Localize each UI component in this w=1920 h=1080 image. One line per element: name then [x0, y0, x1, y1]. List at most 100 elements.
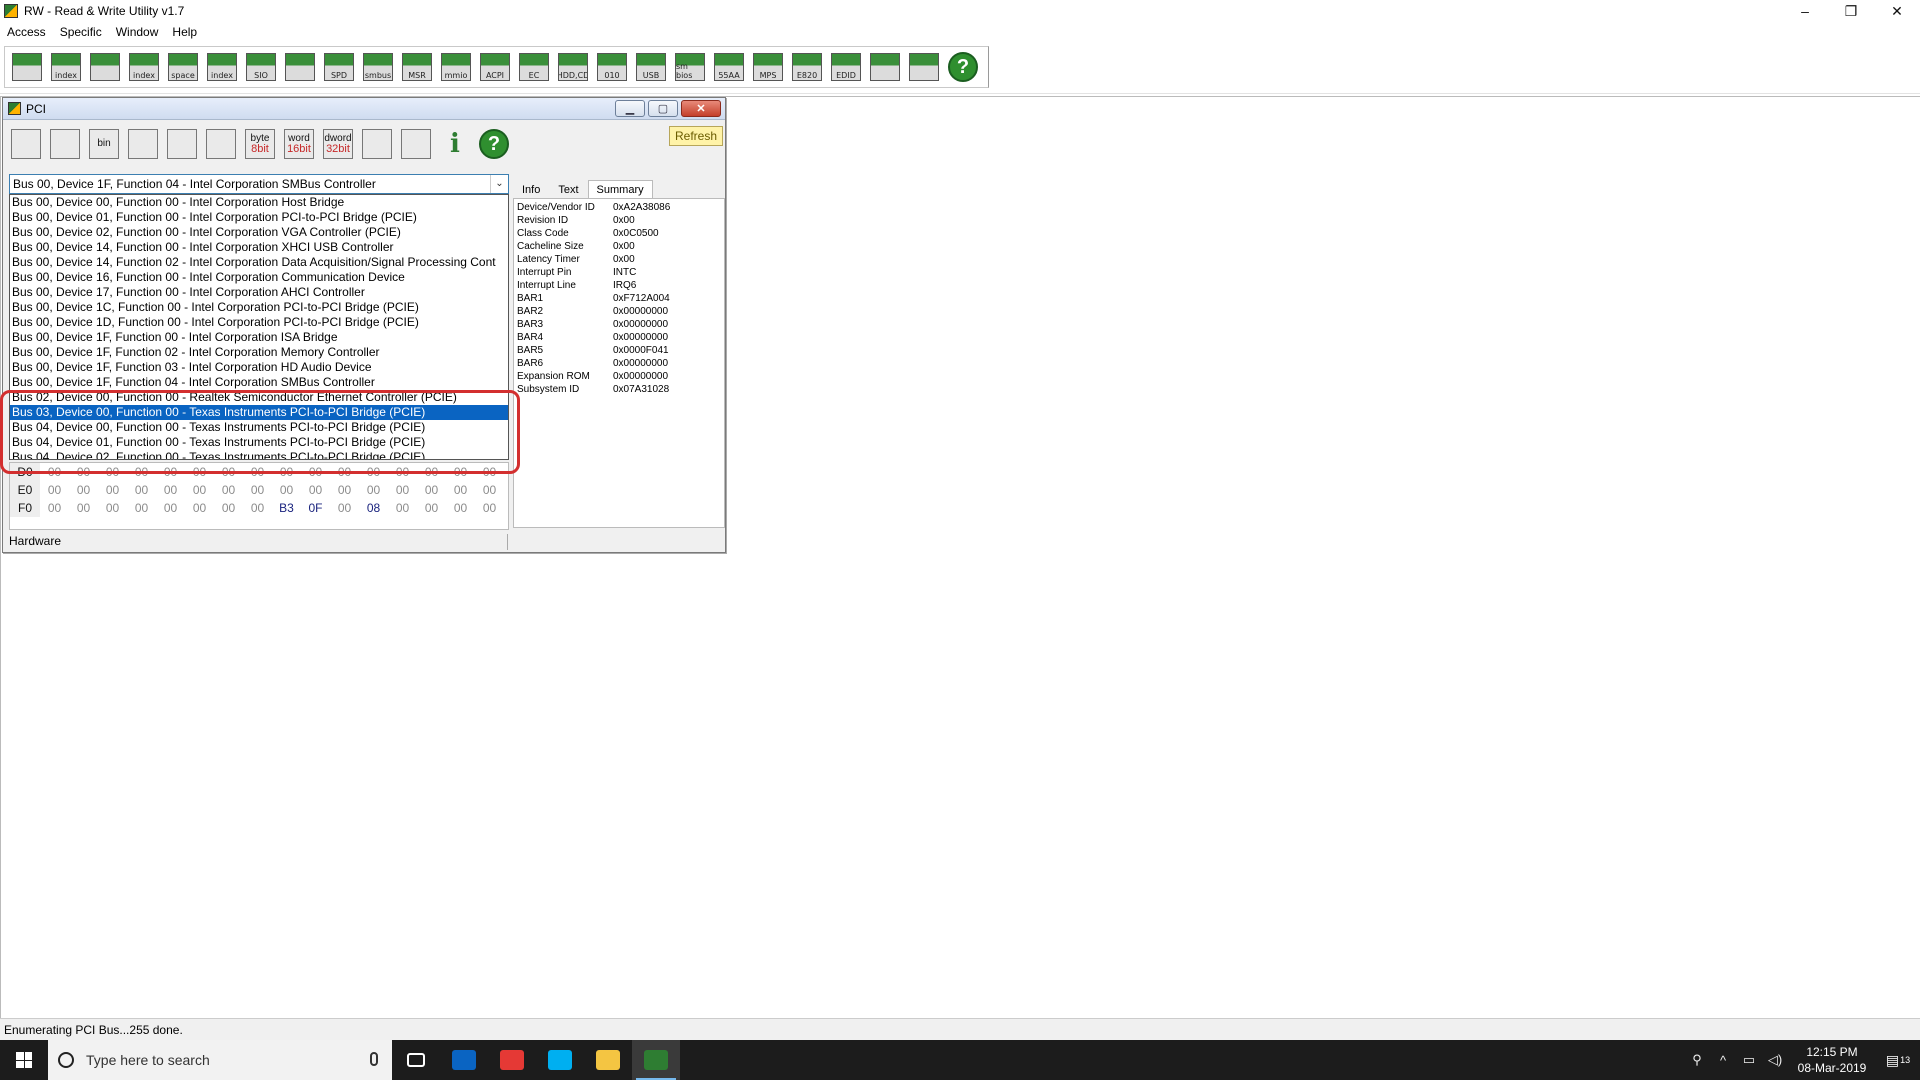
hex-cell[interactable]: 00 — [98, 463, 127, 481]
device-option[interactable]: Bus 04, Device 02, Function 00 - Texas I… — [10, 450, 508, 459]
hex-cell[interactable]: 00 — [127, 499, 156, 517]
smbios-button[interactable]: sm bios — [672, 49, 708, 85]
hex-cell[interactable]: 00 — [330, 463, 359, 481]
memory-button[interactable] — [87, 49, 123, 85]
hex-cell[interactable]: 00 — [156, 481, 185, 499]
usb-button[interactable]: USB — [633, 49, 669, 85]
chevron-down-icon[interactable]: ⌄ — [490, 175, 508, 193]
spd-button[interactable]: SPD — [321, 49, 357, 85]
oscilloscope-button[interactable] — [282, 49, 318, 85]
hex-cell[interactable]: 00 — [301, 481, 330, 499]
bin-button[interactable]: bin — [87, 127, 121, 161]
list-button[interactable] — [360, 127, 394, 161]
device-option[interactable]: Bus 03, Device 00, Function 00 - Texas I… — [10, 405, 508, 420]
hex-cell[interactable]: 00 — [40, 463, 69, 481]
ec-button[interactable]: EC — [516, 49, 552, 85]
taskbar-search-box[interactable]: Type here to search — [48, 1040, 392, 1080]
hex-cell[interactable]: 00 — [69, 463, 98, 481]
device-option[interactable]: Bus 00, Device 17, Function 00 - Intel C… — [10, 285, 508, 300]
hex-cell[interactable]: 00 — [475, 481, 504, 499]
tab-text[interactable]: Text — [549, 180, 587, 198]
hex-cell[interactable]: 08 — [359, 499, 388, 517]
dword-button[interactable]: dword 32bit — [321, 127, 355, 161]
msr-button[interactable]: MSR — [399, 49, 435, 85]
pci-minimize-button[interactable]: ▁ — [615, 100, 645, 117]
hex-cell[interactable]: B3 — [272, 499, 301, 517]
restore-button[interactable]: ❐ — [1828, 0, 1874, 22]
outlook-taskbar-button[interactable] — [440, 1040, 488, 1080]
info-button[interactable]: i — [438, 127, 472, 161]
close-button[interactable]: ✕ — [1874, 0, 1920, 22]
network-icon[interactable]: ▭ — [1736, 1040, 1762, 1080]
hex-cell[interactable]: 00 — [69, 499, 98, 517]
device-option[interactable]: Bus 00, Device 1F, Function 00 - Intel C… — [10, 330, 508, 345]
clock[interactable]: 12:15 PM 08-Mar-2019 — [1788, 1044, 1876, 1076]
minimize-button[interactable]: – — [1782, 0, 1828, 22]
hex-cell[interactable]: 00 — [243, 463, 272, 481]
hex-cell[interactable]: 00 — [446, 481, 475, 499]
hex-cell[interactable]: 00 — [272, 463, 301, 481]
acpi-button[interactable]: ACPI — [477, 49, 513, 85]
hex-cell[interactable]: 00 — [475, 499, 504, 517]
cmos-button[interactable]: 010 — [594, 49, 630, 85]
mps-button[interactable]: MPS — [750, 49, 786, 85]
task-view-taskbar-button[interactable] — [392, 1040, 440, 1080]
file-explorer-taskbar-button[interactable] — [584, 1040, 632, 1080]
pci-maximize-button[interactable]: ▢ — [648, 100, 678, 117]
rw-utility-taskbar-button[interactable] — [632, 1040, 680, 1080]
pci-close-button[interactable]: ✕ — [681, 100, 721, 117]
menu-specific[interactable]: Specific — [53, 22, 109, 42]
hex-cell[interactable]: 00 — [185, 499, 214, 517]
help-button[interactable]: ? — [945, 49, 981, 85]
device-option[interactable]: Bus 00, Device 14, Function 00 - Intel C… — [10, 240, 508, 255]
save-button[interactable] — [9, 127, 43, 161]
hex-cell[interactable]: 00 — [185, 481, 214, 499]
chrome-taskbar-button[interactable] — [488, 1040, 536, 1080]
skype-taskbar-button[interactable] — [536, 1040, 584, 1080]
mmio-button[interactable]: mmio — [438, 49, 474, 85]
hex-cell[interactable]: 00 — [446, 463, 475, 481]
volume-icon[interactable]: ◁) — [1762, 1040, 1788, 1080]
hex-cell[interactable]: 00 — [330, 499, 359, 517]
device-option[interactable]: Bus 04, Device 01, Function 00 - Texas I… — [10, 435, 508, 450]
hex-cell[interactable]: 00 — [388, 463, 417, 481]
pci-index-button[interactable]: index — [48, 49, 84, 85]
help-button[interactable]: ? — [477, 127, 511, 161]
hex-cell[interactable]: 00 — [243, 481, 272, 499]
hex-cell[interactable]: 00 — [214, 463, 243, 481]
tab-info[interactable]: Info — [513, 180, 549, 198]
start-button[interactable] — [0, 1040, 48, 1080]
hex-cell[interactable]: 00 — [40, 499, 69, 517]
hex-cell[interactable]: 00 — [475, 463, 504, 481]
device-option[interactable]: Bus 00, Device 1F, Function 03 - Intel C… — [10, 360, 508, 375]
hex-cell[interactable]: 00 — [272, 481, 301, 499]
hex-cell[interactable]: 00 — [417, 463, 446, 481]
word-button[interactable]: word 16bit — [282, 127, 316, 161]
hex-cell[interactable]: 00 — [98, 499, 127, 517]
hex-cell[interactable]: 00 — [388, 481, 417, 499]
hex-cell[interactable]: 00 — [214, 499, 243, 517]
microphone-icon[interactable] — [370, 1052, 378, 1066]
hex-cell[interactable]: 00 — [417, 499, 446, 517]
window-button[interactable] — [204, 127, 238, 161]
smbus-button[interactable]: smbus — [360, 49, 396, 85]
device-option[interactable]: Bus 00, Device 1F, Function 04 - Intel C… — [10, 375, 508, 390]
hex-cell[interactable]: 00 — [156, 463, 185, 481]
tab-summary[interactable]: Summary — [587, 180, 653, 198]
people-icon[interactable]: ⚲ — [1684, 1040, 1710, 1080]
device-option[interactable]: Bus 04, Device 00, Function 00 - Texas I… — [10, 420, 508, 435]
device-option[interactable]: Bus 00, Device 00, Function 00 - Intel C… — [10, 195, 508, 210]
byte-button[interactable]: byte 8bit — [243, 127, 277, 161]
device-option[interactable]: Bus 00, Device 02, Function 00 - Intel C… — [10, 225, 508, 240]
device-option[interactable]: Bus 00, Device 1F, Function 02 - Intel C… — [10, 345, 508, 360]
hex-cell[interactable]: 00 — [214, 481, 243, 499]
device-option[interactable]: Bus 00, Device 1D, Function 00 - Intel C… — [10, 315, 508, 330]
pci-titlebar[interactable]: PCI ▁ ▢ ✕ — [3, 98, 725, 120]
edid-button[interactable]: EDID — [828, 49, 864, 85]
io-space-button[interactable]: space — [165, 49, 201, 85]
hex-cell[interactable]: 00 — [185, 463, 214, 481]
hex-cell[interactable]: 00 — [359, 463, 388, 481]
hex-cell[interactable]: 00 — [301, 463, 330, 481]
device-option[interactable]: Bus 00, Device 01, Function 00 - Intel C… — [10, 210, 508, 225]
hex-cell[interactable]: 00 — [388, 499, 417, 517]
